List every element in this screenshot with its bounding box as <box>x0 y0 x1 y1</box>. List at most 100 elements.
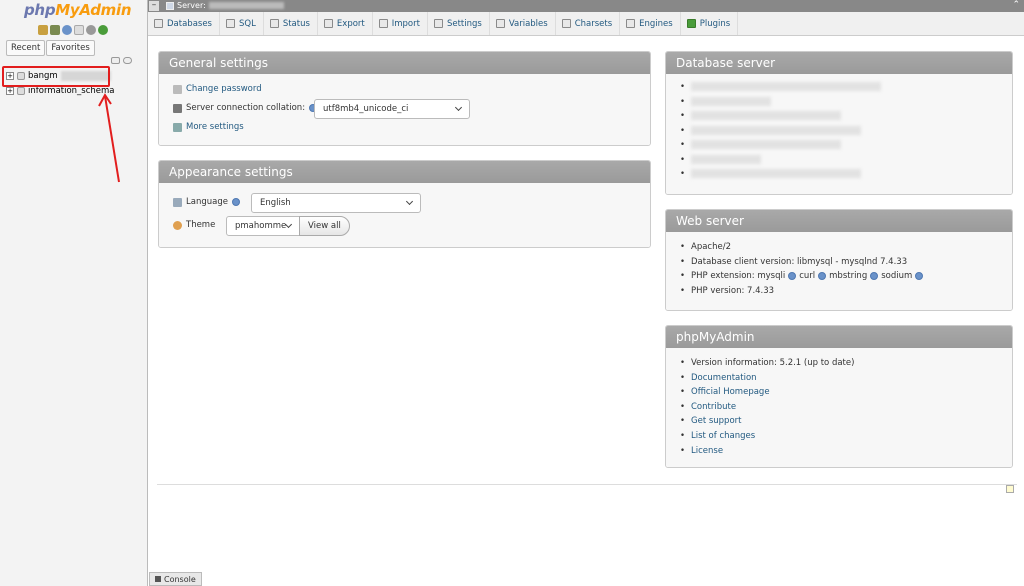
tab-label: Charsets <box>574 18 613 29</box>
redacted-text <box>691 140 841 149</box>
web-server-info-list: Apache/2 Database client version: libmys… <box>680 242 926 300</box>
language-select[interactable]: English <box>251 193 421 213</box>
console-label: Console <box>164 574 196 584</box>
help-icon[interactable] <box>915 271 924 280</box>
panel-title: Database server <box>666 52 1012 74</box>
home-icon[interactable] <box>38 25 48 35</box>
more-settings-row: More settings <box>173 122 244 132</box>
collation-label: Server connection collation: <box>186 103 306 113</box>
help-icon[interactable] <box>231 198 240 206</box>
tab-recent[interactable]: Recent <box>6 40 46 56</box>
tab-favorites[interactable]: Favorites <box>46 40 95 56</box>
breadcrumb-server[interactable]: Server: <box>166 1 284 10</box>
reload-icon[interactable] <box>98 25 108 35</box>
collapse-icon[interactable]: – <box>149 1 159 11</box>
list-item <box>680 154 881 170</box>
charsets-icon <box>561 19 571 28</box>
help-icon[interactable] <box>62 25 72 35</box>
language-label: Language <box>186 197 228 207</box>
help-icon[interactable] <box>818 271 827 280</box>
main-nav-tabs: Databases SQL Status Export Import Setti… <box>148 12 1024 36</box>
help-icon[interactable] <box>870 271 879 280</box>
navigation-sidebar: phpMyAdmin Recent Favorites + bangm + in… <box>0 0 148 586</box>
logo-php: php <box>24 1 56 19</box>
change-password-row: Change password <box>173 84 262 94</box>
export-icon <box>323 19 333 28</box>
tab-variables[interactable]: Variables <box>490 12 556 35</box>
chevron-down-icon <box>405 197 414 206</box>
change-password-link[interactable]: Change password <box>186 84 262 94</box>
ext-mbstring: mbstring <box>829 271 868 281</box>
panel-title: phpMyAdmin <box>666 326 1012 348</box>
redacted-text <box>691 96 771 106</box>
tree-controls <box>111 57 132 64</box>
tab-label: SQL <box>239 18 256 29</box>
get-support-link[interactable]: Get support <box>691 416 742 426</box>
notes-icon[interactable] <box>1006 485 1014 493</box>
logo-admin: Admin <box>79 1 132 19</box>
list-item: List of changes <box>680 431 854 446</box>
language-row: Language <box>173 197 240 207</box>
tab-label: Databases <box>167 18 212 29</box>
tab-engines[interactable]: Engines <box>620 12 681 35</box>
list-item: PHP extension: mysqli curl mbstring sodium <box>680 271 926 286</box>
import-icon <box>378 19 388 28</box>
more-settings-link[interactable]: More settings <box>186 122 244 132</box>
ext-curl: curl <box>799 271 816 281</box>
scroll-top-icon[interactable]: ⌃ <box>1012 0 1020 10</box>
tab-settings[interactable]: Settings <box>428 12 490 35</box>
db-server-info-list <box>680 82 881 184</box>
panel-title: General settings <box>159 52 650 74</box>
server-icon <box>166 1 174 10</box>
theme-select[interactable]: pmahomme <box>226 216 300 236</box>
panel-body <box>666 74 1012 194</box>
tab-status[interactable]: Status <box>264 12 318 35</box>
list-item: Official Homepage <box>680 387 854 402</box>
logout-icon[interactable] <box>50 25 60 35</box>
tab-label: Import <box>391 18 420 29</box>
license-link[interactable]: License <box>691 446 723 456</box>
plugins-icon <box>686 19 696 28</box>
tab-import[interactable]: Import <box>373 12 428 35</box>
settings-icon[interactable] <box>86 25 96 35</box>
version-info: Version information: 5.2.1 (up to date) <box>680 358 854 373</box>
list-item: Documentation <box>680 373 854 388</box>
tab-label: Plugins <box>699 18 731 29</box>
ext-sodium: sodium <box>881 271 913 281</box>
console-toggle[interactable]: Console <box>149 572 202 586</box>
tab-databases[interactable]: Databases <box>148 12 220 35</box>
list-item <box>680 96 881 112</box>
list-item <box>680 125 881 141</box>
console-icon <box>155 576 161 582</box>
language-value: English <box>260 198 291 208</box>
list-item <box>680 140 881 155</box>
redacted-text <box>691 154 761 164</box>
appearance-settings-panel: Appearance settings Language English The… <box>158 160 651 248</box>
tab-sql[interactable]: SQL <box>220 12 264 35</box>
theme-label: Theme <box>186 220 216 230</box>
docs-icon[interactable] <box>74 25 84 35</box>
contribute-link[interactable]: Contribute <box>691 402 736 412</box>
redacted-text <box>691 125 861 135</box>
help-icon[interactable] <box>788 271 797 280</box>
list-item: License <box>680 446 854 461</box>
link-with-main-icon[interactable] <box>123 57 132 64</box>
expand-icon[interactable]: + <box>6 87 14 95</box>
documentation-link[interactable]: Documentation <box>691 373 757 383</box>
tab-charsets[interactable]: Charsets <box>556 12 621 35</box>
official-homepage-link[interactable]: Official Homepage <box>691 387 770 397</box>
tab-plugins[interactable]: Plugins <box>681 12 739 35</box>
panel-body: Apache/2 Database client version: libmys… <box>666 232 1012 310</box>
collation-value: utf8mb4_unicode_ci <box>323 104 409 114</box>
divider <box>157 484 1017 485</box>
redacted-text <box>691 82 881 91</box>
view-all-themes-button[interactable]: View all <box>299 216 350 236</box>
tab-export[interactable]: Export <box>318 12 373 35</box>
panel-body: Change password Server connection collat… <box>159 74 650 145</box>
collapse-all-icon[interactable] <box>111 57 120 64</box>
collation-select[interactable]: utf8mb4_unicode_ci <box>314 99 470 119</box>
list-of-changes-link[interactable]: List of changes <box>691 431 755 441</box>
wrench-icon <box>433 19 443 28</box>
phpmyadmin-logo[interactable]: phpMyAdmin <box>24 1 132 19</box>
logo-my: My <box>55 1 80 19</box>
